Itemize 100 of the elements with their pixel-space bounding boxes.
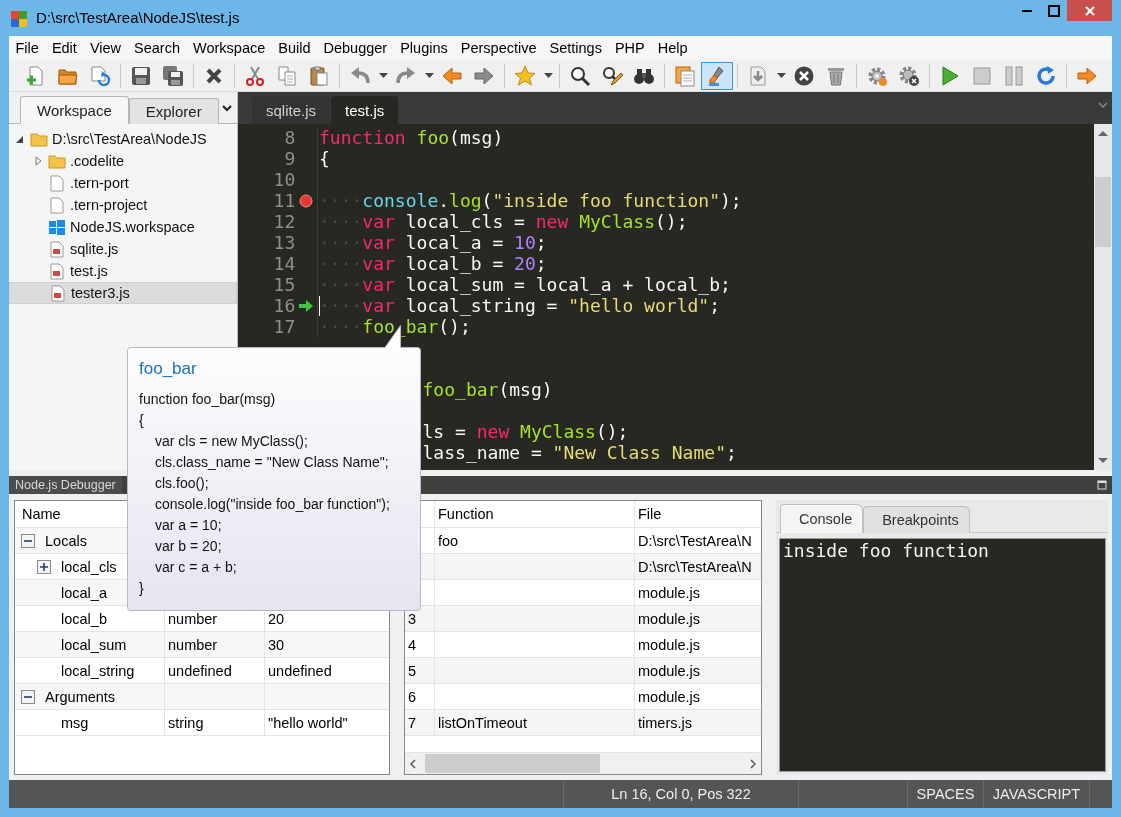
search-icon bbox=[569, 64, 591, 87]
tab[interactable]: Console bbox=[780, 504, 864, 533]
script-file-icon bbox=[48, 240, 66, 258]
variable-name: local_a bbox=[61, 584, 107, 601]
expanded-arrow-icon[interactable] bbox=[15, 134, 25, 144]
tab[interactable]: Workspace bbox=[20, 96, 129, 124]
variable-name: local_sum bbox=[61, 636, 127, 653]
tree-item[interactable]: .codelite bbox=[9, 150, 237, 172]
horizontal-scrollbar[interactable] bbox=[405, 752, 761, 774]
tooltip-code-line: cls.foo(); bbox=[154, 473, 210, 493]
menu-item[interactable]: Perspective bbox=[454, 40, 544, 56]
column-header[interactable]: File bbox=[635, 501, 761, 527]
play-icon bbox=[939, 64, 961, 87]
scroll-down-icon[interactable] bbox=[1098, 458, 1108, 464]
variable-type: string bbox=[168, 714, 204, 731]
file-name: module.js bbox=[638, 688, 701, 705]
chevron-down-icon[interactable] bbox=[1098, 102, 1108, 109]
menu-item[interactable]: Help bbox=[651, 40, 695, 56]
code-line: ····var local_string = "hello world"; bbox=[319, 295, 720, 316]
menu-item[interactable]: Workspace bbox=[186, 40, 272, 56]
tree-item[interactable]: NodeJS.workspace bbox=[9, 216, 237, 238]
line-number: 12 bbox=[272, 211, 296, 232]
tree-item[interactable]: sqlite.js bbox=[9, 238, 237, 260]
scrollbar[interactable] bbox=[1094, 124, 1112, 470]
star-icon bbox=[514, 64, 536, 87]
tooltip-code-line: var b = 20; bbox=[154, 536, 223, 556]
menu-item[interactable]: File bbox=[9, 40, 46, 56]
file-tab[interactable]: sqlite.js bbox=[252, 96, 331, 124]
menu-item[interactable]: Settings bbox=[543, 40, 609, 56]
scrollbar-thumb[interactable] bbox=[1095, 177, 1111, 247]
menu-item[interactable]: Plugins bbox=[393, 40, 455, 56]
tree-item[interactable]: tester3.js bbox=[9, 282, 237, 304]
variable-name: local_string bbox=[61, 662, 135, 679]
collapse-icon[interactable] bbox=[21, 533, 35, 548]
menu-item[interactable]: PHP bbox=[608, 40, 652, 56]
scroll-up-icon[interactable] bbox=[1098, 130, 1108, 136]
tree-item[interactable]: .tern-project bbox=[9, 194, 237, 216]
right-arrow-icon bbox=[1076, 64, 1098, 87]
floppy-disks-icon bbox=[162, 64, 184, 87]
panel-title: Node.js Debugger bbox=[9, 476, 122, 494]
tooltip-code-line: var c = a + b; bbox=[154, 557, 238, 577]
script-file-icon bbox=[48, 262, 66, 280]
close-button[interactable] bbox=[1067, 0, 1112, 21]
pages-icon bbox=[674, 64, 696, 87]
gear-x-icon bbox=[898, 64, 920, 87]
tree-item[interactable]: D:\src\TestArea\NodeJS bbox=[9, 128, 237, 150]
breakpoint-icon[interactable] bbox=[299, 193, 314, 208]
maximize-icon bbox=[1047, 4, 1060, 17]
language-mode: JAVASCRIPT bbox=[984, 780, 1090, 808]
menu-item[interactable]: Build bbox=[271, 40, 317, 56]
collapse-icon[interactable] bbox=[21, 689, 35, 704]
variable-type: undefined bbox=[168, 662, 232, 679]
clipboard-icon bbox=[308, 64, 330, 87]
line-number: 11 bbox=[272, 190, 296, 211]
file-name: module.js bbox=[638, 584, 701, 601]
variable-name: local_cls bbox=[61, 558, 117, 575]
cursor-position: Ln 16, Col 0, Pos 322 bbox=[564, 780, 799, 808]
pause-icon bbox=[1003, 64, 1025, 87]
refresh-icon bbox=[1035, 64, 1057, 87]
code-line: ····var local_a = 10; bbox=[319, 232, 547, 253]
tree-item[interactable]: test.js bbox=[9, 260, 237, 282]
function-name: foo bbox=[438, 532, 459, 549]
tab[interactable]: Explorer bbox=[128, 98, 219, 124]
tree-item[interactable]: .tern-port bbox=[9, 172, 237, 194]
folder-icon bbox=[48, 152, 66, 170]
scroll-left-icon[interactable] bbox=[410, 758, 416, 769]
menu-item[interactable]: Debugger bbox=[317, 40, 394, 56]
column-header[interactable]: Function bbox=[435, 501, 635, 527]
line-number: 15 bbox=[272, 274, 296, 295]
variable-type: number bbox=[168, 610, 218, 627]
workspace-icon bbox=[48, 218, 66, 236]
file-tab[interactable]: test.js bbox=[331, 96, 399, 124]
line-number: 13 bbox=[272, 232, 296, 253]
frame-number: 6 bbox=[408, 688, 417, 705]
tooltip-title: foo_bar bbox=[139, 359, 198, 380]
restore-icon[interactable] bbox=[1097, 480, 1107, 490]
right-arrow-icon bbox=[473, 64, 495, 87]
code-line: ····var local_cls = new MyClass(); bbox=[319, 211, 688, 232]
scroll-right-icon[interactable] bbox=[750, 758, 756, 769]
minimize-icon bbox=[1021, 9, 1032, 12]
code-line: lass_name = "New Class Name"; bbox=[422, 442, 737, 463]
menu-item[interactable]: Edit bbox=[45, 40, 84, 56]
file-name: D:\src\TestArea\N bbox=[638, 558, 752, 575]
scrollbar-thumb[interactable] bbox=[425, 754, 600, 773]
expand-icon[interactable] bbox=[37, 559, 51, 574]
code-line: ····console.log("inside foo function"); bbox=[319, 190, 742, 211]
file-icon bbox=[48, 196, 66, 214]
line-number: 17 bbox=[272, 316, 296, 337]
file-name: D:\src\TestArea\N bbox=[638, 532, 752, 549]
highlight-button[interactable] bbox=[701, 61, 733, 90]
menu-item[interactable]: View bbox=[83, 40, 128, 56]
line-number: 8 bbox=[283, 127, 296, 148]
menu-item[interactable]: Search bbox=[127, 40, 187, 56]
collapsed-arrow-icon[interactable] bbox=[33, 156, 43, 166]
copy-icon bbox=[276, 64, 298, 87]
console-output: inside foo function bbox=[783, 540, 989, 561]
tab[interactable]: Breakpoints bbox=[863, 506, 970, 533]
code-line: ····var local_b = 20; bbox=[319, 253, 547, 274]
frame-number: 4 bbox=[408, 636, 417, 653]
page-refresh-icon bbox=[89, 64, 111, 87]
